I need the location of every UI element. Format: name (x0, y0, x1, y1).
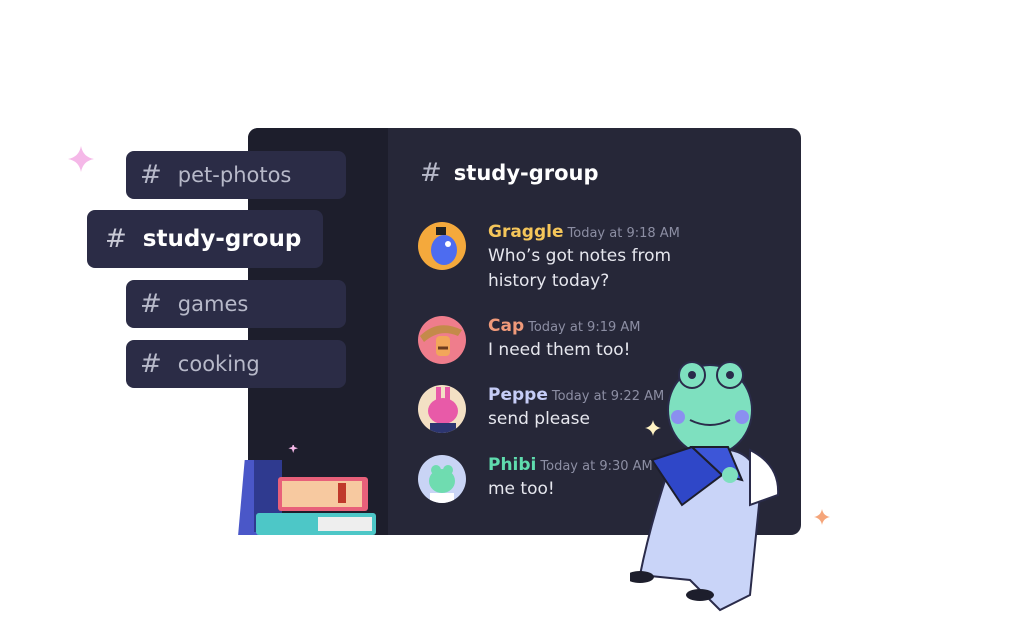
avatar[interactable] (418, 222, 466, 270)
message-text: me too! (488, 479, 555, 499)
sparkle-icon (68, 146, 94, 172)
username[interactable]: Phibi (488, 455, 536, 475)
channel-label: study-group (142, 226, 302, 252)
message: Cap Today at 9:19 AM I need them too! (418, 316, 641, 364)
message: Phibi Today at 9:30 AM me too! (418, 455, 653, 503)
frog-reading-illustration (630, 361, 780, 612)
message-text: Who’s got notes from history today? (488, 246, 672, 291)
hash-icon: # (140, 349, 162, 379)
hash-icon: # (140, 289, 162, 319)
username[interactable]: Graggle (488, 222, 564, 242)
sparkle-icon (814, 509, 830, 525)
message-text: I need them too! (488, 340, 631, 360)
avatar[interactable] (418, 385, 466, 433)
channel-header: # study-group (420, 158, 599, 188)
channel-label: pet-photos (177, 163, 292, 187)
avatar[interactable] (418, 455, 466, 503)
message: Peppe Today at 9:22 AM send please (418, 385, 664, 433)
username[interactable]: Peppe (488, 385, 548, 405)
books-illustration (238, 445, 376, 535)
avatar[interactable] (418, 316, 466, 364)
channel-pet-photos[interactable]: # pet-photos (126, 151, 346, 199)
page-title: study-group (453, 161, 599, 185)
message: Graggle Today at 9:18 AM Who’s got notes … (418, 222, 680, 294)
channel-cooking[interactable]: # cooking (126, 340, 346, 388)
channel-label: cooking (177, 352, 260, 376)
username[interactable]: Cap (488, 316, 524, 336)
timestamp: Today at 9:18 AM (567, 226, 680, 241)
channel-games[interactable]: # games (126, 280, 346, 328)
hash-icon: # (105, 224, 127, 254)
timestamp: Today at 9:19 AM (528, 320, 641, 335)
channel-study-group[interactable]: # study-group (87, 210, 323, 268)
hash-icon: # (420, 158, 442, 188)
channel-label: games (177, 292, 249, 316)
hash-icon: # (140, 160, 162, 190)
